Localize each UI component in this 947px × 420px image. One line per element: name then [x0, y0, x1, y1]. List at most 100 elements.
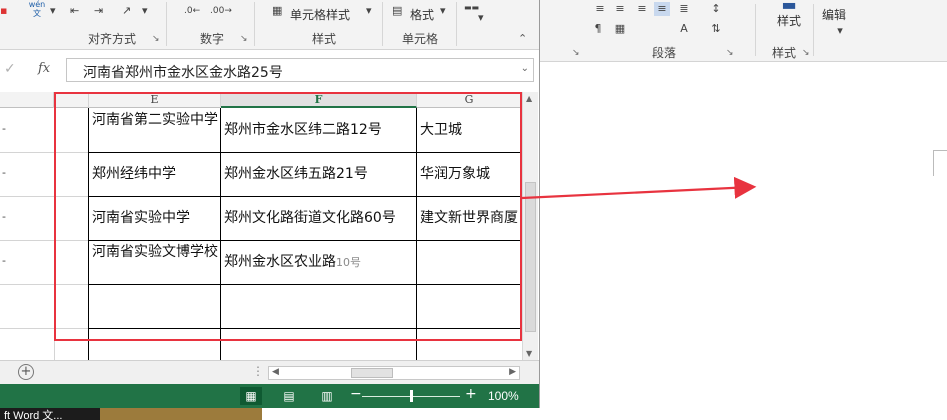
paragraph-group-label: 段落 [652, 46, 677, 60]
editing-button[interactable]: 编辑 [822, 6, 846, 23]
vertical-scroll-thumb[interactable] [525, 182, 536, 332]
horizontal-scroll-thumb[interactable] [351, 368, 393, 378]
decrease-indent-icon[interactable]: ⇤ [70, 3, 79, 19]
justify-icon[interactable]: ≡ [654, 2, 670, 16]
page-layout-view-icon[interactable]: ▤ [278, 387, 300, 405]
cell-F-row4[interactable]: 郑州金水区农业路10号 [224, 252, 414, 273]
row-header[interactable]: - [0, 240, 54, 284]
column-header[interactable]: G [417, 92, 522, 108]
editing-icon[interactable]: ▬▬ [464, 0, 479, 16]
ribbon-separator [813, 4, 814, 56]
line-spacing-icon[interactable]: ↕ [708, 2, 724, 16]
cell-styles-button[interactable]: 单元格样式 [290, 6, 350, 23]
number-launcher-icon[interactable]: ↘ [240, 34, 248, 44]
cell-E-row2[interactable]: 郑州经纬中学 [92, 164, 218, 184]
cell-E-row4[interactable]: 河南省实验文博学校 [92, 242, 218, 282]
enter-check-icon[interactable]: ✓ [4, 61, 16, 77]
distributed-icon[interactable]: ≣ [676, 2, 692, 16]
chevron-down-icon[interactable]: ▾ [478, 10, 484, 26]
cell-E-row3[interactable]: 河南省实验中学 [92, 208, 218, 228]
desktop: ≡ ≡ ≡ ≡ ≣ ↕ ¶ ▦ A ⇅ ↘ 段落 ↘ ▬ 样式 样式 ↘ 编辑 … [0, 0, 947, 420]
scroll-down-icon[interactable]: ▼ [526, 349, 532, 358]
align-center-icon[interactable]: ≡ [612, 2, 628, 16]
number-group-label: 数字 [200, 32, 225, 46]
horizontal-scrollbar[interactable]: ◀ ▶ [268, 366, 520, 380]
status-bar: ▦ ▤ ▥ − + 100% [0, 384, 539, 408]
orientation-icon[interactable]: ↗ [122, 3, 131, 19]
column-header[interactable]: E [89, 92, 221, 108]
cell-G-row2[interactable]: 华润万象城 [420, 164, 520, 184]
cell-E-row1[interactable]: 河南省第二实验中学 [92, 110, 218, 150]
word-ribbon: ≡ ≡ ≡ ≡ ≣ ↕ ¶ ▦ A ⇅ ↘ 段落 ↘ ▬ 样式 样式 ↘ 编辑 … [540, 0, 947, 62]
ribbon-separator [382, 2, 383, 46]
borders-icon[interactable]: ▦ [612, 22, 628, 36]
formula-content: 河南省郑州市金水区金水路25号 [83, 65, 283, 81]
zoom-out-button[interactable]: − [350, 386, 362, 402]
chevron-down-icon[interactable]: ▾ [50, 3, 56, 19]
page-break-view-icon[interactable]: ▥ [316, 387, 338, 405]
format-button[interactable]: 格式 [410, 6, 434, 23]
dialog-launcher-icon[interactable]: ↘ [572, 48, 580, 58]
cell-border [89, 152, 522, 153]
scroll-up-icon[interactable]: ▲ [526, 94, 532, 103]
scroll-right-icon[interactable]: ▶ [509, 367, 516, 377]
add-sheet-button[interactable]: + [18, 364, 34, 380]
formula-input[interactable]: 河南省郑州市金水区金水路25号 ⌄ [66, 58, 534, 82]
normal-view-icon[interactable]: ▦ [240, 387, 262, 405]
align-left-icon[interactable]: ≡ [592, 2, 608, 16]
expand-formula-icon[interactable]: ⌄ [521, 63, 529, 74]
chevron-down-icon[interactable]: ▾ [142, 3, 148, 19]
row-header[interactable]: - [0, 108, 54, 152]
gridline [54, 108, 55, 360]
zoom-level[interactable]: 100% [488, 389, 519, 403]
row-header[interactable]: - [0, 196, 54, 240]
cell-styles-icon: ▦ [272, 4, 283, 17]
cell-border [220, 108, 221, 360]
excel-ribbon: ▪ wén 文 ▾ ⇤ ⇥ ↗ ▾ 对齐方式 ↘ .0← .00→ 数字 ↘ ▦… [0, 0, 539, 50]
insert-function-button[interactable]: fx [38, 61, 50, 76]
text-direction-icon[interactable]: A [676, 22, 692, 36]
column-header-partial[interactable] [54, 92, 89, 108]
column-header-active[interactable]: F [221, 92, 417, 108]
cell-F-row3[interactable]: 郑州文化路街道文化路60号 [224, 208, 414, 228]
zoom-in-button[interactable]: + [465, 386, 477, 402]
chevron-down-icon[interactable]: ▾ [440, 3, 446, 19]
tab-splitter-icon[interactable]: ⋮ [252, 364, 264, 378]
vertical-scrollbar[interactable]: ▲ ▼ [522, 92, 538, 360]
paragraph-mark-icon[interactable]: ¶ [590, 22, 606, 36]
cell-G-row3[interactable]: 建文新世界商厦 [420, 208, 520, 228]
column-header-D[interactable] [0, 92, 54, 108]
ribbon-separator [456, 2, 457, 46]
phonetic-guide-icon[interactable]: wén 文 [26, 0, 48, 18]
styles-launcher-icon[interactable]: ↘ [802, 48, 810, 58]
chevron-down-icon[interactable]: ▾ [832, 24, 848, 38]
styles-button-label: 样式 [776, 14, 801, 28]
cell-F-row2[interactable]: 郑州金水区纬五路21号 [224, 164, 414, 184]
cell-F-row1[interactable]: 郑州市金水区纬二路12号 [224, 120, 414, 140]
increase-decimal-icon[interactable]: .0← [184, 3, 200, 19]
chevron-down-icon[interactable]: ▾ [366, 3, 372, 19]
styles-icon: ▬ [781, 0, 797, 14]
word-window: ≡ ≡ ≡ ≡ ≣ ↕ ¶ ▦ A ⇅ ↘ 段落 ↘ ▬ 样式 样式 ↘ 编辑 … [540, 0, 947, 420]
increase-indent-icon[interactable]: ⇥ [94, 3, 103, 19]
ribbon-separator [166, 2, 167, 46]
page-margin-marker [933, 150, 947, 176]
font-color-icon[interactable]: ▪ [0, 3, 7, 19]
sort-icon[interactable]: ⇅ [708, 22, 724, 36]
taskbar-item-label: ft Word 文... [4, 410, 63, 420]
styles-button[interactable]: ▬ 样式 [766, 0, 812, 40]
ribbon-separator [755, 4, 756, 56]
align-right-icon[interactable]: ≡ [634, 2, 650, 16]
decrease-decimal-icon[interactable]: .00→ [210, 3, 232, 19]
row-header[interactable]: - [0, 152, 54, 196]
column-headers: E F G [0, 92, 522, 108]
collapse-ribbon-icon[interactable]: ⌃ [518, 32, 527, 45]
paragraph-launcher-icon[interactable]: ↘ [726, 48, 734, 58]
cell-G-row1[interactable]: 大卫城 [420, 120, 520, 140]
alignment-launcher-icon[interactable]: ↘ [152, 34, 160, 44]
zoom-slider-thumb[interactable] [410, 390, 413, 402]
cell-border [89, 196, 522, 197]
scroll-left-icon[interactable]: ◀ [272, 367, 279, 377]
formula-bar: ✓ fx 河南省郑州市金水区金水路25号 ⌄ [0, 55, 539, 85]
spreadsheet-grid[interactable]: E F G - - - - 河南省第二实验中学 郑州市金水区纬二路12号 大卫城… [0, 92, 522, 360]
